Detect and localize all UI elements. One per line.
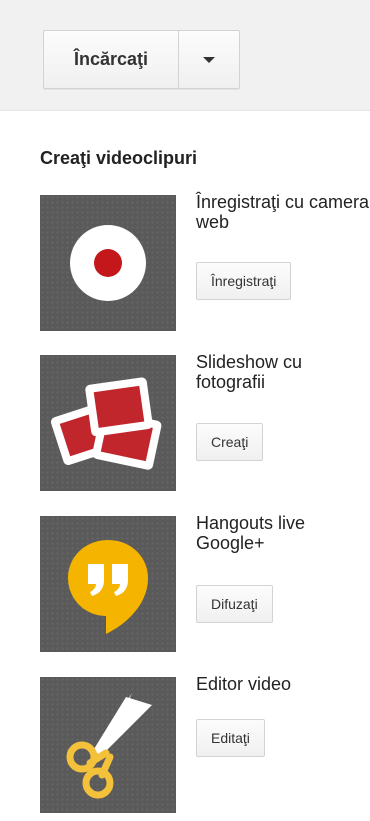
- caret-down-icon: [203, 56, 215, 63]
- create-option-editor: Editor video Editaţi: [40, 674, 370, 813]
- upload-button[interactable]: Încărcaţi: [44, 31, 179, 88]
- broadcast-button[interactable]: Difuzaţi: [196, 585, 273, 623]
- create-option-hangouts: Hangouts live Google+ Difuzaţi: [40, 513, 370, 652]
- upload-dropdown-button[interactable]: [179, 31, 239, 88]
- scissors-icon: [40, 677, 176, 813]
- option-title-webcam: Înregistraţi cu camera web: [196, 192, 370, 232]
- photo-slideshow-icon: [40, 355, 176, 491]
- edit-button[interactable]: Editaţi: [196, 719, 265, 757]
- option-title-hangouts: Hangouts live Google+: [196, 513, 306, 553]
- upload-split-button: Încărcaţi: [43, 30, 240, 89]
- header-bar: Încărcaţi: [0, 0, 370, 111]
- hangouts-icon: [40, 516, 176, 652]
- option-title-slideshow: Slideshow cu fotografii: [196, 352, 303, 392]
- section-title: Creaţi videoclipuri: [40, 148, 198, 168]
- webcam-record-icon: [40, 195, 176, 331]
- create-button[interactable]: Creaţi: [196, 423, 264, 461]
- create-option-slideshow: Slideshow cu fotografii Creaţi: [40, 352, 370, 491]
- record-button[interactable]: Înregistraţi: [196, 262, 292, 300]
- create-option-webcam: Înregistraţi cu camera web Înregistraţi: [40, 192, 370, 331]
- option-title-editor: Editor video: [196, 674, 292, 694]
